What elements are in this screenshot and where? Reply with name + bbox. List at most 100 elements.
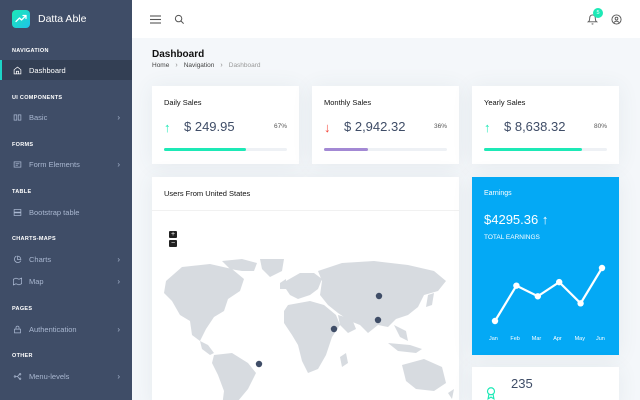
user-icon[interactable] (608, 11, 624, 27)
users-map-card: Users From United States + − (152, 177, 459, 400)
sidebar-item-charts[interactable]: Charts › (0, 248, 132, 270)
server-icon (12, 207, 22, 217)
progress-track (164, 148, 287, 151)
nav-caption-pages: PAGES (12, 306, 33, 312)
brand-name: Datta Able (38, 13, 87, 25)
mini-card-value: 235 (511, 376, 533, 391)
progress-bar (484, 148, 583, 151)
stat-value: $ 2,942.32 (344, 119, 406, 134)
map-marker[interactable] (375, 292, 383, 300)
arrow-up-icon: ↑ (164, 120, 171, 135)
brand-logo-icon (12, 10, 30, 28)
chevron-right-icon: › (117, 254, 120, 264)
nav-caption-forms: FORMS (12, 142, 34, 148)
earnings-data-point[interactable] (513, 282, 520, 289)
monthly-sales-card: Monthly Sales ↓ $ 2,942.32 36% (312, 86, 459, 164)
map-marker[interactable] (255, 360, 263, 368)
daily-sales-card: Daily Sales ↑ $ 249.95 67% (152, 86, 299, 164)
chevron-right-icon: › (117, 112, 120, 122)
stat-percent: 67% (273, 123, 287, 130)
zoom-out-button[interactable]: − (169, 240, 177, 247)
nav-caption-other: OTHER (12, 353, 33, 359)
month-tick-label: Jun (596, 336, 605, 342)
sidebar-item-menu-levels[interactable]: Menu-levels › (0, 365, 132, 387)
sidebar-item-dashboard[interactable]: Dashboard (0, 60, 132, 80)
earnings-amount: $4295.36 (484, 212, 539, 227)
nav-caption-charts-maps: CHARTS-MAPS (12, 236, 56, 242)
hamburger-menu-icon[interactable] (147, 11, 163, 27)
earnings-data-point[interactable] (491, 317, 499, 325)
pie-chart-icon (12, 254, 22, 264)
month-tick-label: Feb (510, 336, 520, 342)
box-icon (12, 112, 22, 122)
search-icon[interactable] (171, 11, 187, 27)
chevron-right-icon: › (220, 62, 223, 69)
earnings-label: Earnings (484, 190, 512, 197)
earnings-data-point[interactable] (556, 278, 563, 286)
award-icon (484, 386, 498, 400)
earnings-value: $4295.36 ↑ (484, 212, 548, 227)
sidebar-item-label: Dashboard (29, 65, 66, 75)
breadcrumb-current: Dashboard (228, 62, 261, 69)
sidebar-item-label: Menu-levels (29, 371, 70, 381)
earnings-series-line (494, 267, 603, 322)
earnings-data-point[interactable] (598, 264, 606, 272)
map-marker[interactable] (374, 316, 382, 324)
chevron-right-icon: › (117, 371, 120, 381)
sidebar-item-authentication[interactable]: Authentication › (0, 318, 132, 340)
sidebar-item-label: Charts (29, 254, 52, 264)
notification-badge: 5 (593, 8, 603, 18)
map-icon (12, 276, 22, 286)
sidebar-item-label: Basic (29, 112, 48, 122)
lock-icon (12, 324, 22, 334)
breadcrumb-navigation[interactable]: Navigation (184, 62, 215, 69)
sidebar-item-label: Form Elements (29, 159, 80, 169)
chevron-right-icon: › (117, 324, 120, 334)
divider (152, 210, 459, 211)
map-marker[interactable] (330, 325, 338, 333)
nav-caption-ui-components: UI COMPONENTS (12, 95, 63, 101)
stat-mini-card: 235 (472, 367, 619, 400)
earnings-data-point[interactable] (534, 293, 541, 300)
home-icon (12, 65, 22, 75)
earnings-card: Earnings $4295.36 ↑ TOTAL EARNINGS Jan Fe… (472, 177, 619, 355)
chevron-right-icon: › (175, 62, 178, 69)
arrow-down-icon: ↓ (324, 120, 331, 135)
breadcrumb: Home › Navigation › Dashboard (152, 62, 261, 69)
earnings-line-chart (491, 264, 606, 325)
month-tick-label: Apr (553, 336, 562, 342)
progress-track (484, 148, 607, 151)
nav-caption-navigation: NAVIGATION (12, 48, 49, 54)
month-tick-label: Mar (531, 336, 542, 342)
stat-percent: 80% (593, 123, 607, 130)
progress-track (324, 148, 447, 151)
yearly-sales-card: Yearly Sales ↑ $ 8,638.32 80% (472, 86, 619, 164)
file-text-icon (12, 159, 22, 169)
earnings-data-point[interactable] (577, 300, 584, 307)
sidebar-item-form-elements[interactable]: Form Elements › (0, 153, 132, 175)
sidebar-item-map[interactable]: Map › (0, 270, 132, 292)
sidebar-item-label: Map (29, 276, 44, 286)
arrow-up-icon: ↑ (541, 212, 549, 227)
map-card-title: Users From United States (164, 189, 251, 198)
menu-levels-icon (12, 371, 22, 381)
zoom-in-button[interactable]: + (169, 231, 177, 238)
stat-title: Yearly Sales (484, 98, 526, 107)
world-map[interactable] (162, 259, 457, 400)
sidebar-item-bootstrap-table[interactable]: Bootstrap table (0, 201, 132, 223)
stat-percent: 36% (433, 123, 447, 130)
brand[interactable]: Datta Able (0, 0, 132, 38)
sidebar-item-label: Authentication (29, 324, 77, 334)
progress-bar (164, 148, 247, 151)
arrow-up-icon: ↑ (484, 120, 491, 135)
sidebar-item-basic[interactable]: Basic › (0, 106, 132, 128)
breadcrumb-home[interactable]: Home (152, 62, 169, 69)
earnings-sublabel: TOTAL EARNINGS (484, 234, 540, 241)
sidebar-item-label: Bootstrap table (29, 207, 80, 217)
nav-caption-table: TABLE (12, 189, 32, 195)
progress-bar (324, 148, 369, 151)
chevron-right-icon: › (117, 276, 120, 286)
month-tick-label: May (574, 336, 585, 342)
page-title: Dashboard (152, 49, 205, 60)
stat-title: Daily Sales (164, 98, 202, 107)
